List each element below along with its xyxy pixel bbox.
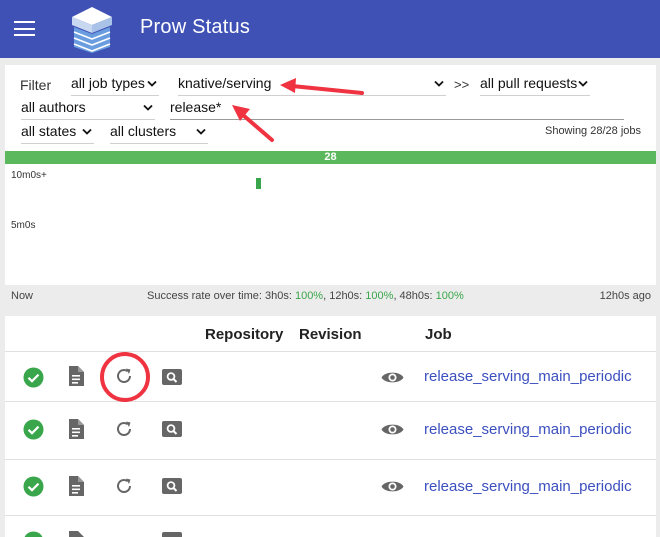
- job-link[interactable]: release_serving_main_periodic: [424, 478, 632, 495]
- revision-header: Revision: [299, 326, 362, 343]
- row-divider: [5, 515, 656, 516]
- repository-header: Repository: [205, 326, 284, 343]
- view-job-eye-icon[interactable]: [381, 422, 404, 437]
- filter-label: Filter: [20, 77, 52, 93]
- build-log-icon[interactable]: [68, 419, 84, 439]
- rerun-icon[interactable]: [115, 477, 133, 495]
- build-log-icon[interactable]: [68, 531, 84, 537]
- chevron-down-icon: [147, 80, 157, 87]
- timeline-start-label: Now: [11, 290, 34, 302]
- filter-panel: Filter all job types knative/serving >> …: [5, 65, 656, 285]
- duration-axis-top: 10m0s+: [11, 170, 47, 181]
- row-divider: [5, 351, 656, 352]
- repo-select[interactable]: knative/serving: [178, 75, 446, 96]
- chevron-down-icon: [82, 128, 92, 135]
- pull-requests-select[interactable]: all pull requests: [480, 75, 590, 96]
- filter-separator: >>: [454, 77, 470, 92]
- duration-bar[interactable]: [256, 178, 261, 189]
- job-link[interactable]: release_serving_main_periodic: [424, 421, 632, 438]
- chevron-down-icon: [196, 128, 206, 135]
- check-circle-icon: [23, 367, 44, 388]
- spyglass-icon[interactable]: [162, 532, 182, 537]
- timeline-end-label: 12h0s ago: [599, 290, 651, 302]
- build-log-icon[interactable]: [68, 366, 84, 386]
- row-divider: [5, 401, 656, 402]
- states-select[interactable]: all states: [21, 123, 94, 144]
- app-header: Prow Status: [0, 0, 660, 58]
- view-job-eye-icon[interactable]: [381, 370, 404, 385]
- check-circle-icon: [24, 531, 43, 537]
- spyglass-icon[interactable]: [162, 369, 182, 385]
- chevron-down-icon: [578, 80, 588, 87]
- build-log-icon[interactable]: [68, 476, 84, 496]
- job-header: Job: [425, 326, 452, 343]
- job-histogram-bar[interactable]: 28: [5, 151, 656, 164]
- rate-12h: 100%: [365, 290, 394, 302]
- chevron-down-icon: [143, 104, 153, 111]
- job-count-text: Showing 28/28 jobs: [544, 125, 641, 137]
- authors-value: all authors: [21, 99, 86, 115]
- prow-logo-icon: [72, 7, 112, 53]
- spyglass-icon[interactable]: [162, 421, 182, 437]
- chevron-down-icon: [434, 80, 444, 87]
- clusters-value: all clusters: [110, 123, 177, 139]
- spyglass-icon[interactable]: [162, 478, 182, 494]
- job-type-select[interactable]: all job types: [71, 75, 159, 96]
- duration-axis-mid: 5m0s: [11, 220, 36, 231]
- app-title: Prow Status: [140, 16, 251, 38]
- check-circle-icon: [23, 476, 44, 497]
- view-job-eye-icon[interactable]: [381, 479, 404, 494]
- pull-requests-value: all pull requests: [480, 75, 578, 91]
- authors-select[interactable]: all authors: [21, 99, 155, 120]
- job-link[interactable]: release_serving_main_periodic: [424, 368, 632, 385]
- job-name-input[interactable]: release*: [170, 99, 624, 120]
- row-divider: [5, 459, 656, 460]
- states-value: all states: [21, 123, 77, 139]
- clusters-select[interactable]: all clusters: [110, 123, 208, 144]
- rerun-icon[interactable]: [115, 367, 133, 385]
- job-name-value: release*: [170, 99, 222, 115]
- check-circle-icon: [23, 419, 44, 440]
- rate-3h: 100%: [294, 290, 324, 302]
- repo-value: knative/serving: [178, 75, 272, 91]
- success-rate-text: Success rate over time: 3h0s: 100%, 12h0…: [147, 290, 464, 302]
- job-type-value: all job types: [71, 75, 145, 91]
- histogram-count: 28: [324, 151, 337, 163]
- rate-48h: 100%: [435, 290, 464, 302]
- hamburger-menu-icon[interactable]: [14, 21, 35, 37]
- rerun-icon[interactable]: [115, 420, 133, 438]
- jobs-table: Repository Revision Job release_serving_…: [5, 316, 656, 537]
